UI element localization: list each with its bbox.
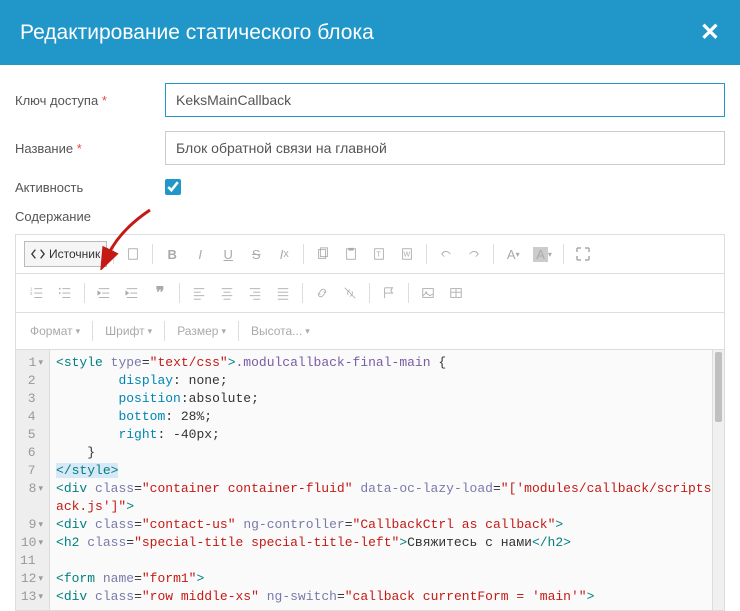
input-access-key[interactable] — [165, 83, 725, 117]
scrollbar[interactable] — [712, 350, 724, 610]
field-content: Содержание — [15, 209, 725, 224]
indent-icon[interactable] — [119, 280, 145, 306]
new-doc-icon[interactable] — [120, 241, 146, 267]
svg-text:T: T — [377, 252, 382, 259]
label-access-key: Ключ доступа * — [15, 93, 165, 108]
svg-text:W: W — [404, 252, 411, 259]
input-name[interactable] — [165, 131, 725, 165]
modal-header: Редактирование статического блока ✕ — [0, 0, 740, 65]
table-icon[interactable] — [443, 280, 469, 306]
align-justify-icon[interactable] — [270, 280, 296, 306]
align-left-icon[interactable] — [186, 280, 212, 306]
code-editor[interactable]: 1 ▾2 3 4 5 6 7 8 ▾ 9 ▾10 ▾11 12 ▾13 ▾ <s… — [16, 349, 724, 610]
redo-icon[interactable] — [461, 241, 487, 267]
height-dropdown[interactable]: Высота... ▾ — [245, 324, 316, 338]
close-button[interactable]: ✕ — [700, 18, 720, 47]
numbered-list-icon[interactable]: 12 — [24, 280, 50, 306]
label-active: Активность — [15, 180, 165, 195]
align-right-icon[interactable] — [242, 280, 268, 306]
undo-icon[interactable] — [433, 241, 459, 267]
field-name: Название * — [15, 131, 725, 165]
strike-icon[interactable]: S — [243, 241, 269, 267]
modal-body: Ключ доступа * Название * Активность Сод… — [0, 65, 740, 224]
outdent-icon[interactable] — [91, 280, 117, 306]
label-content: Содержание — [15, 209, 165, 224]
copy-icon[interactable] — [310, 241, 336, 267]
paste-icon[interactable] — [338, 241, 364, 267]
toolbar-row-2: 12 ❞ — [16, 274, 724, 313]
underline-icon[interactable]: U — [215, 241, 241, 267]
image-icon[interactable] — [415, 280, 441, 306]
gutter: 1 ▾2 3 4 5 6 7 8 ▾ 9 ▾10 ▾11 12 ▾13 ▾ — [16, 350, 50, 610]
source-button[interactable]: Источник — [24, 241, 107, 267]
maximize-icon[interactable] — [570, 241, 596, 267]
align-center-icon[interactable] — [214, 280, 240, 306]
format-dropdown[interactable]: Формат ▾ — [24, 324, 86, 338]
field-access-key: Ключ доступа * — [15, 83, 725, 117]
modal-title: Редактирование статического блока — [20, 21, 374, 45]
bg-color-icon[interactable]: A▾ — [528, 241, 557, 267]
bullet-list-icon[interactable] — [52, 280, 78, 306]
field-active: Активность — [15, 179, 725, 195]
editor: Источник B I U S Ix T W A▾ A▾ 12 ❞ — [15, 234, 725, 611]
text-color-icon[interactable]: A▾ — [500, 241, 526, 267]
blockquote-icon[interactable]: ❞ — [147, 280, 173, 306]
remove-format-icon[interactable]: Ix — [271, 241, 297, 267]
link-icon[interactable] — [309, 280, 335, 306]
paste-word-icon[interactable]: W — [394, 241, 420, 267]
italic-icon[interactable]: I — [187, 241, 213, 267]
flag-icon[interactable] — [376, 280, 402, 306]
unlink-icon[interactable] — [337, 280, 363, 306]
svg-text:2: 2 — [30, 291, 33, 296]
label-name: Название * — [15, 141, 165, 156]
toolbar-row-1: Источник B I U S Ix T W A▾ A▾ — [16, 235, 724, 274]
paste-text-icon[interactable]: T — [366, 241, 392, 267]
scroll-thumb[interactable] — [715, 352, 722, 422]
checkbox-active[interactable] — [165, 179, 181, 195]
toolbar-row-3: Формат ▾ Шрифт ▾ Размер ▾ Высота... ▾ — [16, 313, 724, 349]
size-dropdown[interactable]: Размер ▾ — [171, 324, 232, 338]
bold-icon[interactable]: B — [159, 241, 185, 267]
font-dropdown[interactable]: Шрифт ▾ — [99, 324, 158, 338]
code-content[interactable]: <style type="text/css">.modulcallback-fi… — [50, 350, 712, 610]
